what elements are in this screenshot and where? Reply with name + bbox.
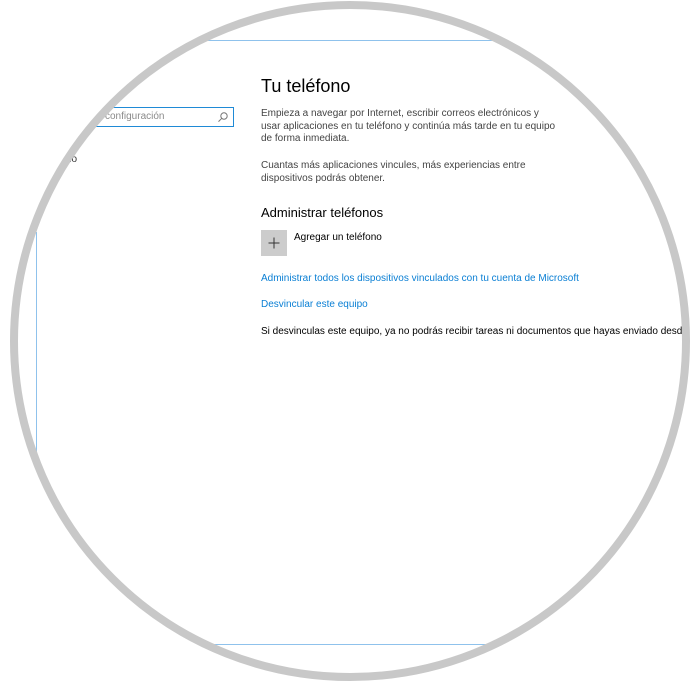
plus-icon — [268, 237, 280, 249]
circular-vignette — [0, 0, 700, 683]
settings-window: configuración no Tu teléfono Empieza a n… — [0, 0, 700, 683]
window-border-left — [36, 232, 37, 644]
sidebar-item-partial[interactable]: no — [66, 154, 77, 165]
manage-devices-link[interactable]: Administrar todos los dispositivos vincu… — [261, 273, 579, 284]
window-border-top — [36, 40, 700, 41]
section-title-manage-phones: Administrar teléfonos — [261, 205, 384, 220]
intro-paragraph-secondary: Cuantas más aplicaciones vincules, más e… — [261, 160, 526, 184]
page-title: Tu teléfono — [261, 76, 351, 96]
search-placeholder: configuración — [105, 111, 165, 122]
window-border-bottom — [36, 644, 700, 645]
unlink-warning-text: Si desvinculas este equipo, ya no podrás… — [261, 326, 686, 337]
add-phone-label[interactable]: Agregar un teléfono — [294, 232, 382, 243]
search-input[interactable]: configuración — [60, 107, 234, 127]
add-phone-button[interactable] — [261, 230, 287, 256]
intro-paragraph: Empieza a navegar por Internet, escribir… — [261, 108, 556, 144]
search-icon[interactable] — [217, 111, 229, 123]
unlink-pc-link[interactable]: Desvincular este equipo — [261, 299, 368, 310]
